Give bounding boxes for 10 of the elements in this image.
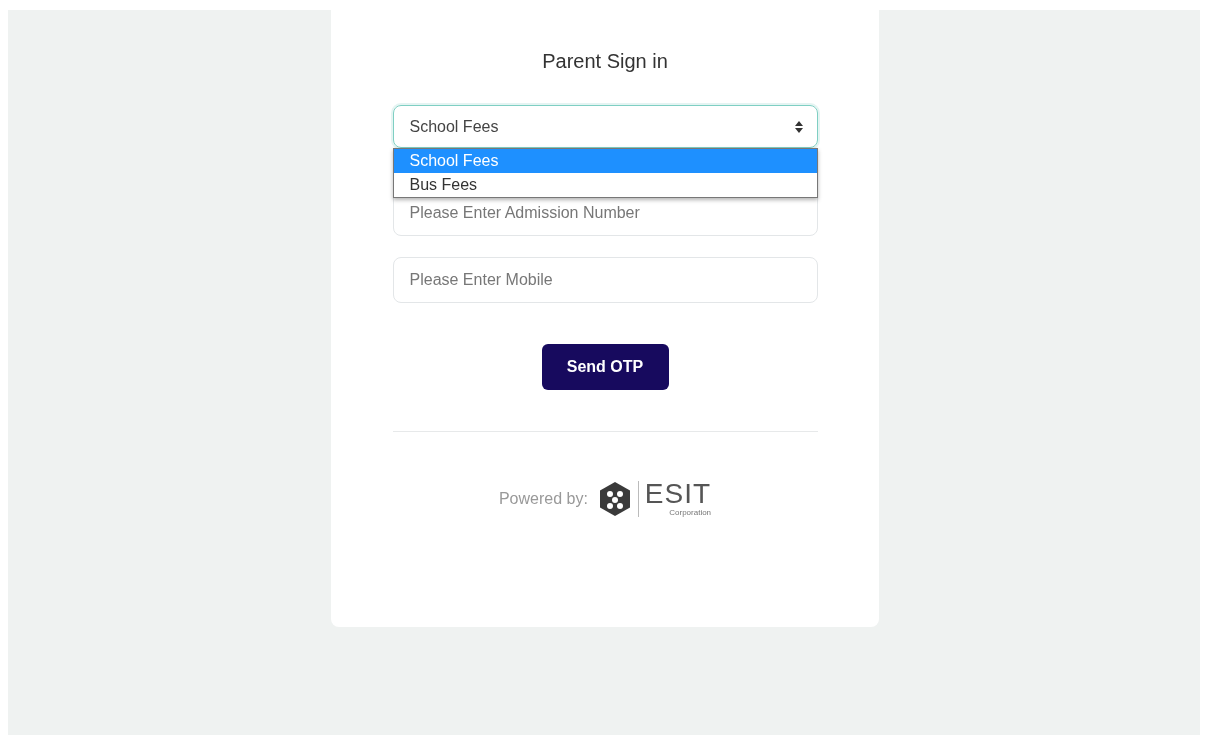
hexagon-logo-icon [597, 480, 632, 517]
sign-in-title: Parent Sign in [542, 50, 668, 74]
logo-subtext: Corporation [669, 508, 712, 517]
fee-type-select[interactable]: School Fees [392, 105, 818, 148]
dropdown-option[interactable]: Bus Fees [393, 173, 817, 197]
send-otp-button[interactable]: Send OTP [541, 344, 669, 390]
logo-wordmark: ESIT [644, 480, 712, 508]
sort-arrows-icon [794, 120, 803, 133]
powered-by-label: Powered by: [498, 489, 588, 508]
text-input-field[interactable]: Please Enter Mobile [392, 257, 818, 303]
